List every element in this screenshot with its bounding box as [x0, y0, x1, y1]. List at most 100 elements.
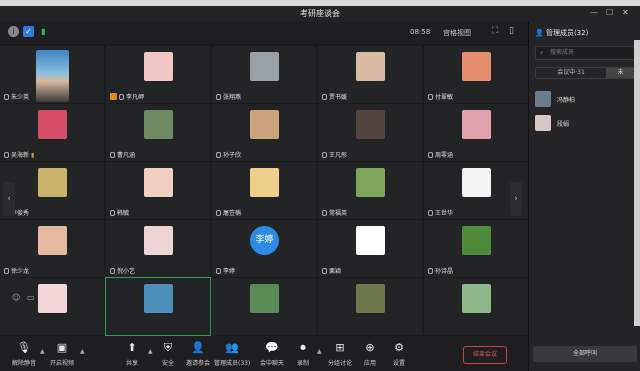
avatar	[356, 284, 385, 313]
participant-tile[interactable]: 曹凡涵	[106, 104, 210, 161]
mic-icon	[322, 268, 327, 274]
meeting-timer: 08:58	[410, 28, 431, 36]
avatar: 李婷	[250, 226, 279, 255]
scrollbar[interactable]	[634, 40, 640, 326]
tab-in-meeting[interactable]: 会议中·31	[536, 68, 606, 78]
participant-name: 李婷	[216, 266, 235, 275]
avatar	[38, 226, 67, 255]
avatar	[356, 168, 385, 197]
gallery-view-button[interactable]: 宫格视图	[443, 28, 471, 38]
mic-icon	[322, 152, 327, 158]
shield-icon[interactable]: ✓	[23, 26, 34, 37]
participant-tile[interactable]: 张翔燕	[212, 46, 316, 103]
participant-tile[interactable]: 孙子欣	[212, 104, 316, 161]
avatar	[250, 168, 279, 197]
member-search-input[interactable]: ⌕ 搜索成员	[535, 46, 635, 60]
sidebar-toggle-icon[interactable]: ▯	[509, 26, 514, 36]
start-video-button[interactable]: ▣ 开启视频	[44, 340, 80, 367]
participant-tile[interactable]: 孙诗晶	[424, 220, 528, 277]
next-page-arrow[interactable]: ›	[510, 182, 522, 216]
prev-page-arrow[interactable]: ‹	[3, 182, 15, 216]
participant-tile[interactable]: 朱少英	[0, 46, 104, 103]
member-item[interactable]: 冯静柏	[535, 91, 635, 107]
participant-tile[interactable]	[318, 278, 422, 335]
participant-name: 付翠敏	[428, 92, 453, 101]
mic-icon	[4, 268, 9, 274]
avatar	[356, 226, 385, 255]
close-icon[interactable]: ✕	[622, 8, 629, 17]
participant-name: 曹凡涵	[110, 150, 135, 159]
participant-name: 朱少英	[4, 92, 29, 101]
participant-name-text: 周零涵	[435, 152, 454, 159]
avatar	[250, 52, 279, 81]
mic-icon	[4, 94, 9, 100]
participant-tile[interactable]: 李俊秀	[0, 162, 104, 219]
avatar	[144, 52, 173, 81]
maximize-icon[interactable]: ☐	[606, 8, 613, 17]
record-options-caret[interactable]: ▲	[317, 348, 322, 355]
participant-tile[interactable]: 屠笠楠	[212, 162, 316, 219]
mic-icon	[4, 152, 9, 158]
participant-tile[interactable]: 徐少龙	[0, 220, 104, 277]
participant-tile[interactable]: 倪小艺	[106, 220, 210, 277]
video-options-caret[interactable]: ▲	[80, 348, 85, 355]
participant-name-text: 李凡岬	[126, 94, 145, 101]
participant-tile[interactable]: 王凡彤	[318, 104, 422, 161]
mic-icon	[428, 152, 433, 158]
add-user-icon: 👤	[191, 341, 205, 354]
emoji-icon[interactable]: ☺	[12, 293, 20, 302]
settings-button[interactable]: ⚙ 设置	[381, 340, 417, 367]
avatar	[462, 52, 491, 81]
participant-name-text: 付翠敏	[435, 94, 454, 101]
mic-icon	[119, 94, 124, 100]
host-icon	[110, 93, 117, 100]
member-item[interactable]: 段娟	[535, 115, 635, 131]
participant-tile[interactable]	[212, 278, 316, 335]
participant-tile[interactable]: 贾书媛	[318, 46, 422, 103]
participant-name-text: 韩毓	[117, 210, 130, 217]
avatar	[535, 91, 551, 107]
participant-name-text: 吴海新	[11, 152, 30, 159]
manage-members-button[interactable]: 👥 管理成员(33)	[214, 340, 250, 367]
meeting-top-bar: i ✓ ▮ 08:58 宫格视图 ⛶ ▯	[0, 22, 528, 44]
call-all-button[interactable]: 全部呼叫	[533, 346, 637, 362]
participant-tile[interactable]	[105, 277, 211, 336]
unmute-button[interactable]: 🎙 解除静音	[6, 340, 42, 367]
participant-tile[interactable]: 吴海新 ▮	[0, 104, 104, 161]
avatar	[144, 168, 173, 197]
participant-tile[interactable]	[424, 278, 528, 335]
mic-off-icon: 🎙	[17, 341, 31, 354]
participant-tile[interactable]: 韩毓	[106, 162, 210, 219]
mic-icon	[216, 152, 221, 158]
avatar	[144, 226, 173, 255]
participant-name: 韩毓	[110, 208, 129, 217]
tab-not-joined[interactable]: 未	[606, 68, 635, 78]
info-icon[interactable]: i	[8, 26, 19, 37]
participant-name: 吴海新 ▮	[4, 150, 34, 159]
participant-tile[interactable]: 栗颖	[318, 220, 422, 277]
participant-tile[interactable]: 周零涵	[424, 104, 528, 161]
end-meeting-button[interactable]: 结束会议	[463, 346, 507, 364]
record-button[interactable]: ⏺ 录制	[285, 340, 321, 367]
participant-tile[interactable]: 常福英	[318, 162, 422, 219]
meeting-toolbar: 🎙 解除静音 ▲ ▣ 开启视频 ▲ ⬆ 共享 ▲ ⛨ 安全 👤 邀请参会 👥 管理成员(33…	[0, 336, 528, 371]
participant-tile[interactable]: 李婷 李婷	[212, 220, 316, 277]
participant-name: 张翔燕	[216, 92, 241, 101]
chat-bubble-icon[interactable]: ▭	[27, 293, 35, 302]
participant-tile[interactable]	[0, 278, 104, 335]
avatar	[144, 110, 173, 139]
participant-tile[interactable]: 李凡岬	[106, 46, 210, 103]
mic-icon	[428, 94, 433, 100]
participant-name: 屠笠楠	[216, 208, 241, 217]
title-bar: 考研座谈会 — ☐ ✕	[0, 6, 640, 22]
participant-tile[interactable]: 付翠敏	[424, 46, 528, 103]
participant-name-text: 徐少龙	[11, 268, 30, 275]
minimize-icon[interactable]: —	[590, 8, 598, 17]
share-button[interactable]: ⬆ 共享	[114, 340, 150, 367]
participant-name: 王凡彤	[322, 150, 347, 159]
members-panel: 👤 管理成员(32) ⌕ 搜索成员 会议中·31 未 冯静柏 段娟 全部呼叫	[528, 22, 640, 371]
participant-name: 孙诗晶	[428, 266, 453, 275]
invite-button[interactable]: 👤 邀请参会	[180, 340, 216, 367]
share-screen-icon: ⬆	[127, 341, 137, 354]
fullscreen-icon[interactable]: ⛶	[492, 26, 498, 36]
